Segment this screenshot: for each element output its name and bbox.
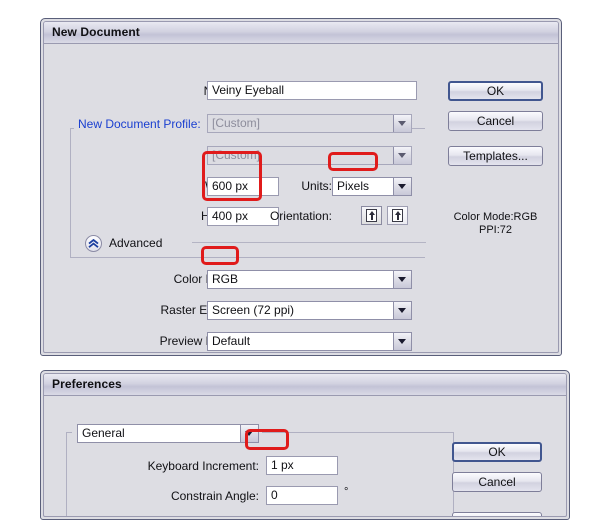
preferences-previous-button[interactable]: Previous: [452, 512, 542, 516]
raster-effects-combo[interactable]: Screen (72 ppi): [207, 301, 412, 320]
screenshot-root: New Document Name: Veiny Eyeball New Doc…: [0, 0, 600, 530]
units-combo[interactable]: Pixels: [332, 177, 412, 196]
status-color-mode: Color Mode:RGB: [453, 211, 538, 223]
preferences-category-combo[interactable]: General: [77, 424, 259, 443]
chevron-down-icon[interactable]: [393, 333, 411, 350]
chevron-down-icon[interactable]: [393, 302, 411, 319]
size-value: [Custom]: [212, 148, 261, 162]
preferences-ok-button[interactable]: OK: [452, 442, 542, 462]
preferences-dialog: Preferences General Keyboard Increment: …: [40, 370, 570, 520]
status-ppi: PPI:72: [478, 224, 513, 236]
preview-mode-value: Default: [212, 334, 251, 348]
new-document-dialog-inner: New Document Name: Veiny Eyeball New Doc…: [43, 21, 559, 353]
name-input[interactable]: Veiny Eyeball: [207, 81, 417, 100]
preferences-category-value: General: [82, 426, 125, 440]
advanced-toggle-button[interactable]: [85, 235, 102, 252]
chevron-down-icon[interactable]: [240, 425, 258, 442]
orientation-landscape-button[interactable]: [387, 206, 408, 225]
page-portrait-stem: [371, 214, 373, 220]
degree-symbol: °: [344, 486, 349, 498]
new-document-ok-button[interactable]: OK: [448, 81, 543, 101]
size-combo[interactable]: [Custom]: [207, 146, 412, 165]
chevron-down-icon[interactable]: [393, 147, 411, 164]
new-document-title: New Document: [52, 25, 140, 39]
constrain-angle-label: Constrain Angle:: [170, 489, 259, 503]
constrain-angle-input[interactable]: 0: [266, 486, 338, 505]
advanced-divider: [192, 242, 426, 243]
width-input[interactable]: 600 px: [207, 177, 279, 196]
orientation-portrait-button[interactable]: [361, 206, 382, 225]
units-label: Units:: [301, 179, 332, 193]
preferences-titlebar: Preferences: [44, 374, 566, 396]
chevron-down-icon[interactable]: [393, 271, 411, 288]
preferences-group-frame: [66, 432, 454, 516]
units-value: Pixels: [337, 179, 370, 193]
page-landscape-stem: [397, 214, 399, 220]
color-mode-value: RGB: [212, 272, 239, 286]
new-document-titlebar: New Document: [44, 22, 558, 44]
new-document-cancel-button[interactable]: Cancel: [448, 111, 543, 131]
new-document-templates-button[interactable]: Templates...: [448, 146, 543, 166]
orientation-label: Orientation:: [269, 209, 332, 223]
color-mode-combo[interactable]: RGB: [207, 270, 412, 289]
keyboard-increment-label: Keyboard Increment:: [147, 459, 259, 473]
preferences-title: Preferences: [52, 377, 122, 391]
preview-mode-combo[interactable]: Default: [207, 332, 412, 351]
preferences-cancel-button[interactable]: Cancel: [452, 472, 542, 492]
new-document-profile-label: New Document Profile:: [78, 117, 201, 131]
new-document-dialog: New Document Name: Veiny Eyeball New Doc…: [40, 18, 562, 356]
chevron-double-up-icon: [88, 239, 99, 248]
raster-effects-value: Screen (72 ppi): [212, 303, 295, 317]
chevron-down-icon[interactable]: [393, 178, 411, 195]
chevron-down-icon[interactable]: [393, 115, 411, 132]
keyboard-increment-input[interactable]: 1 px: [266, 456, 338, 475]
new-document-profile-combo[interactable]: [Custom]: [207, 114, 412, 133]
corner-radius-input[interactable]: 30 px: [266, 516, 338, 517]
advanced-label: Advanced: [109, 236, 163, 250]
preferences-dialog-inner: Preferences General Keyboard Increment: …: [43, 373, 567, 517]
new-document-profile-value: [Custom]: [212, 116, 261, 130]
